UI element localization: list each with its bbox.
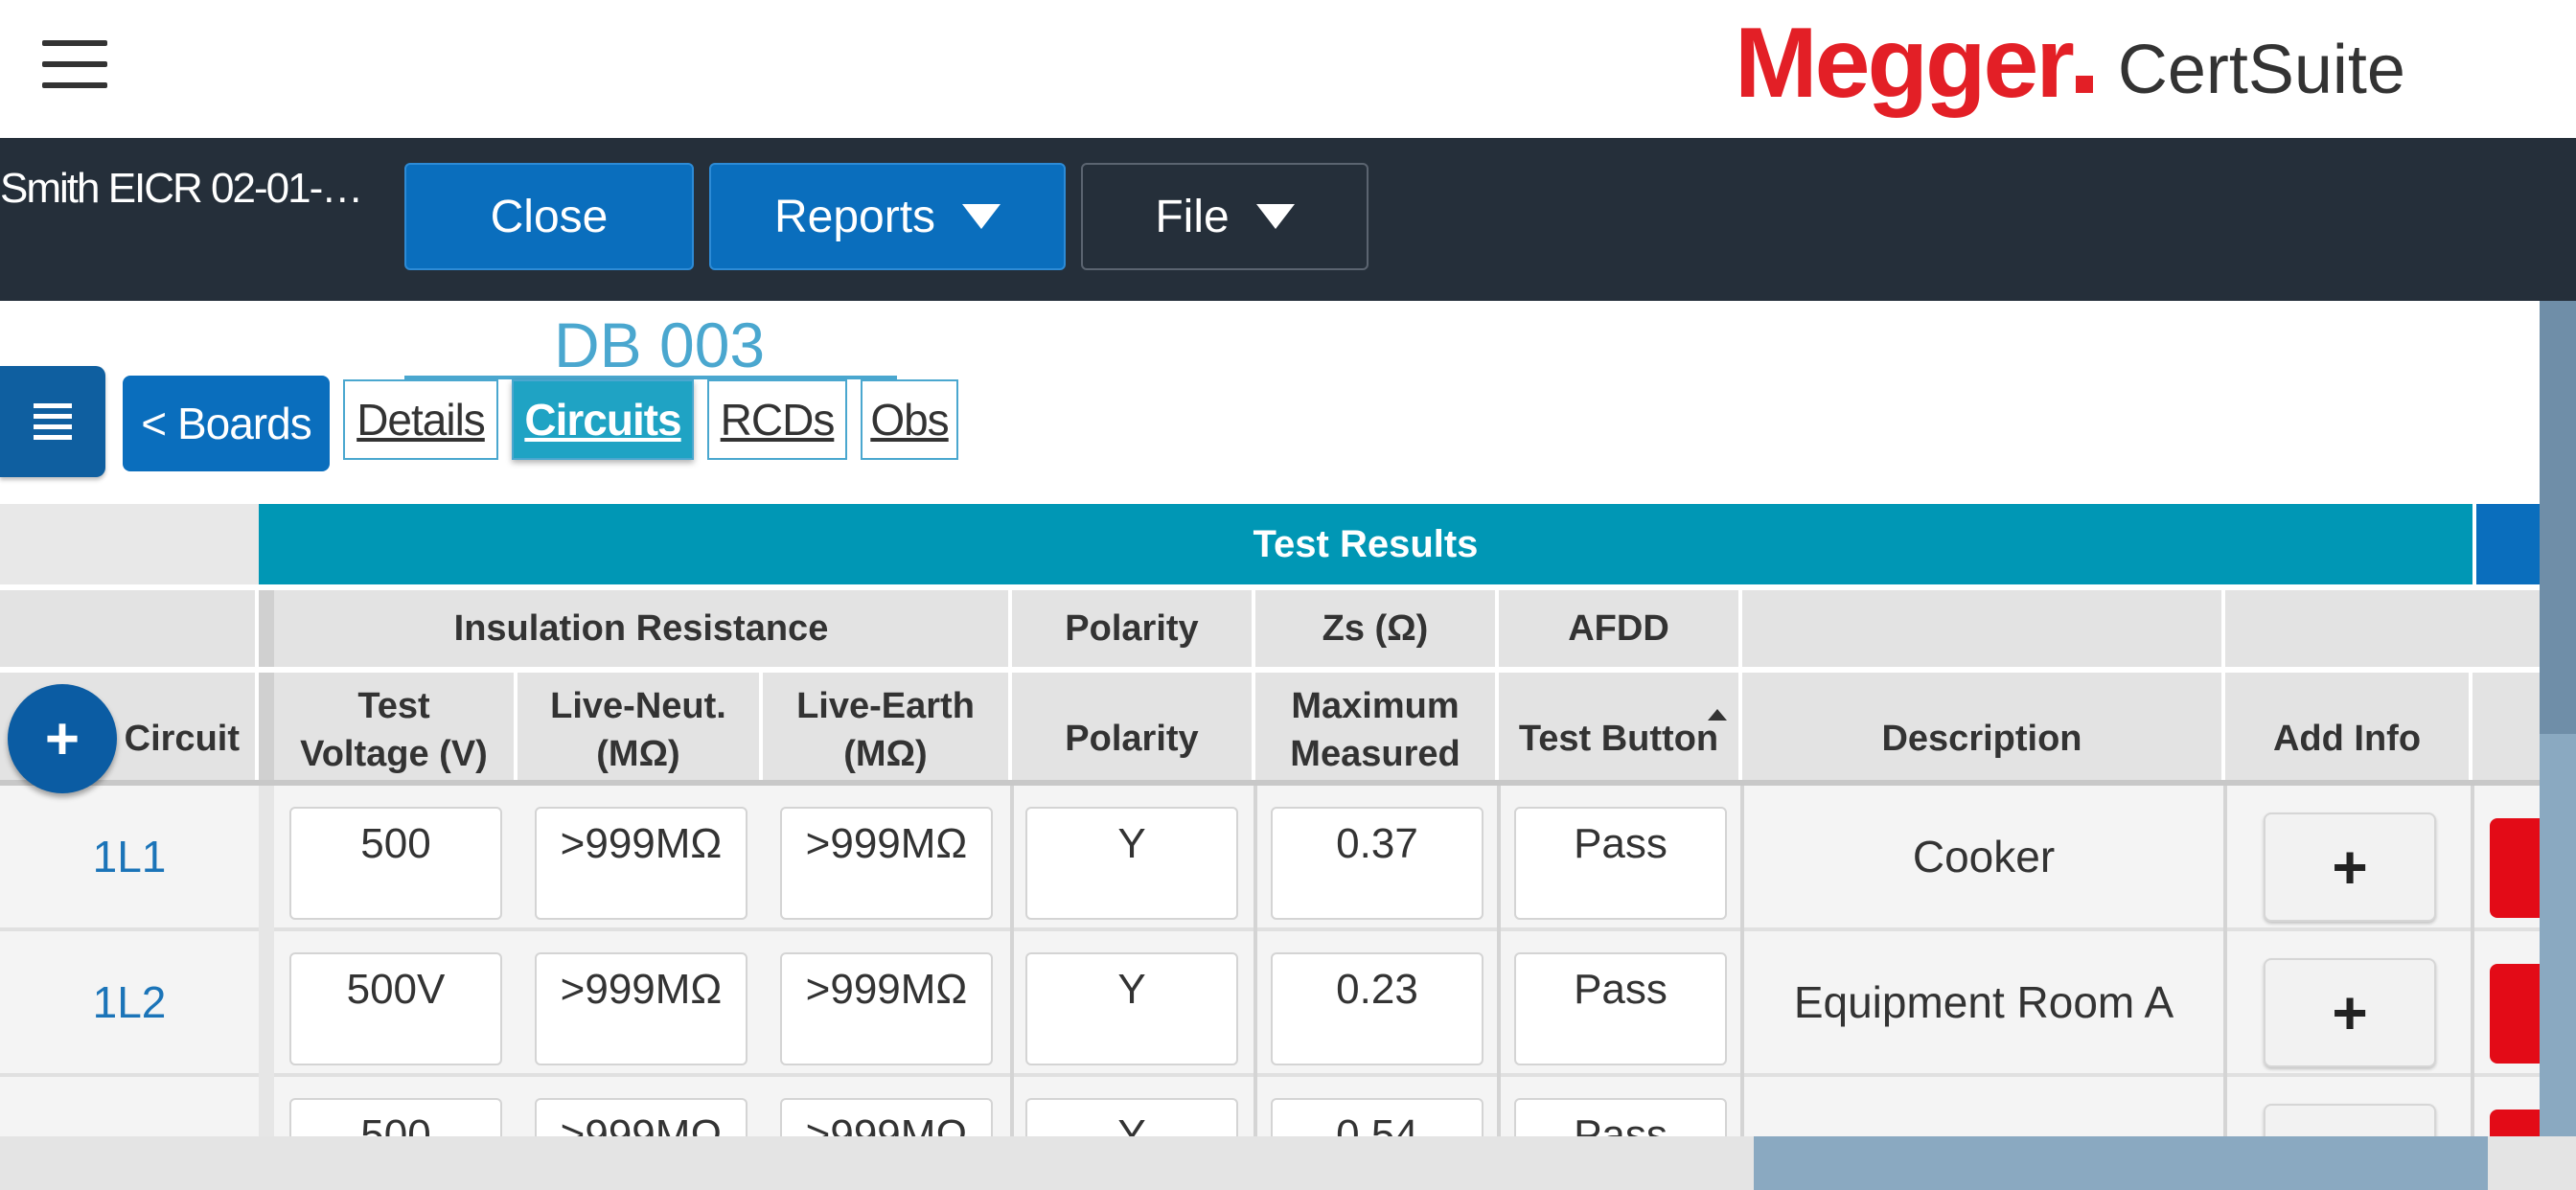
header-spacer xyxy=(0,590,259,667)
circuit-id[interactable] xyxy=(0,1077,259,1136)
job-title: Smith EICR 02-01-… xyxy=(0,165,363,212)
app-bar: Megger CertSuite xyxy=(0,0,2576,138)
close-button-label: Close xyxy=(490,191,609,242)
live-neutral-input[interactable]: >999MΩ xyxy=(535,1098,748,1136)
column-live-earth[interactable]: Live-Earth (MΩ) xyxy=(763,673,1012,780)
board-menu-button[interactable] xyxy=(0,366,105,477)
live-neutral-input[interactable]: >999MΩ xyxy=(535,807,748,920)
polarity-input[interactable]: Y xyxy=(1025,1098,1238,1136)
plus-icon: + xyxy=(2332,978,2368,1047)
column-live-neutral[interactable]: Live-Neut. (MΩ) xyxy=(518,673,763,780)
caret-down-icon xyxy=(962,204,1001,229)
description-text[interactable] xyxy=(1742,1077,2225,1136)
add-info-button[interactable]: + xyxy=(2264,812,2436,922)
column-live-earth-line1: Live-Earth xyxy=(796,686,975,726)
document-toolbar: Smith EICR 02-01-… Close Reports File xyxy=(0,138,2576,301)
delete-circuit-button[interactable] xyxy=(2490,818,2540,918)
group-polarity: Polarity xyxy=(1012,590,1255,667)
test-voltage-input[interactable]: 500V xyxy=(289,952,502,1065)
column-afdd-test-button[interactable]: Test Button xyxy=(1499,673,1742,780)
column-add-info[interactable]: Add Info xyxy=(2225,673,2472,780)
circuits-table: Test Results Insulation Resistance Polar… xyxy=(0,504,2540,1136)
column-zs-line1: Maximum xyxy=(1291,686,1460,726)
delete-circuit-button[interactable] xyxy=(2490,964,2540,1064)
description-text[interactable]: Equipment Room A xyxy=(1742,931,2225,1073)
tab-rcds[interactable]: RCDs xyxy=(707,379,847,460)
file-dropdown-button[interactable]: File xyxy=(1081,163,1368,270)
column-divider xyxy=(1497,786,1501,1136)
add-circuit-button[interactable]: + xyxy=(8,684,117,793)
afdd-input[interactable]: Pass xyxy=(1514,1098,1727,1136)
polarity-input[interactable]: Y xyxy=(1025,952,1238,1065)
close-button[interactable]: Close xyxy=(404,163,694,270)
column-divider xyxy=(1010,786,1014,1136)
group-afdd: AFDD xyxy=(1499,590,1742,667)
brand-logo: Megger CertSuite xyxy=(1735,6,2405,121)
polarity-input[interactable]: Y xyxy=(1025,807,1238,920)
column-live-earth-line2: (MΩ) xyxy=(843,734,928,774)
column-divider xyxy=(2471,786,2474,1136)
brand-name: Megger xyxy=(1735,7,2075,119)
afdd-input[interactable]: Pass xyxy=(1514,952,1727,1065)
column-divider xyxy=(259,786,274,1136)
plus-icon: + xyxy=(2332,833,2368,902)
tab-details[interactable]: Details xyxy=(343,379,498,460)
band-blue-edge xyxy=(2476,504,2540,584)
group-add-info-spacer xyxy=(2225,590,2540,667)
group-zs: Zs (Ω) xyxy=(1255,590,1499,667)
add-info-button[interactable]: + xyxy=(2264,1104,2436,1136)
reports-button-label: Reports xyxy=(773,191,936,242)
test-voltage-input[interactable]: 500 xyxy=(289,807,502,920)
tab-obs[interactable]: Obs xyxy=(861,379,958,460)
board-title: DB 003 xyxy=(554,309,766,380)
back-to-boards-button[interactable]: < Boards xyxy=(123,376,330,471)
test-results-band: Test Results xyxy=(259,504,2472,584)
live-earth-input[interactable]: >999MΩ xyxy=(780,952,993,1065)
group-description-spacer xyxy=(1742,590,2225,667)
delete-circuit-button[interactable] xyxy=(2490,1110,2540,1136)
product-name: CertSuite xyxy=(2117,32,2405,108)
zs-input[interactable]: 0.23 xyxy=(1271,952,1484,1065)
header-divider xyxy=(259,673,274,780)
sort-ascending-icon xyxy=(1708,709,1727,721)
plus-icon: + xyxy=(2332,1123,2367,1136)
caret-down-icon xyxy=(1255,204,1295,229)
description-text[interactable]: Cooker xyxy=(1742,786,2225,927)
column-test-voltage[interactable]: Test Voltage (V) xyxy=(274,673,518,780)
band-spacer xyxy=(0,504,259,584)
live-neutral-input[interactable]: >999MΩ xyxy=(535,952,748,1065)
brand-dot xyxy=(2075,76,2093,93)
column-divider xyxy=(1740,786,1744,1136)
column-divider xyxy=(1254,786,1257,1136)
column-divider xyxy=(2223,786,2227,1136)
zs-input[interactable]: 0.54 xyxy=(1271,1098,1484,1136)
vertical-scrollbar-thumb[interactable] xyxy=(2540,301,2576,734)
circuit-id[interactable]: 1L2 xyxy=(0,931,259,1073)
file-button-label: File xyxy=(1155,191,1230,242)
plus-icon: + xyxy=(44,705,80,772)
tab-circuits[interactable]: Circuits xyxy=(512,379,694,460)
add-info-button[interactable]: + xyxy=(2264,958,2436,1067)
column-polarity[interactable]: Polarity xyxy=(1012,673,1255,780)
column-test-voltage-line2: Voltage (V) xyxy=(300,734,488,774)
circuit-id[interactable]: 1L1 xyxy=(0,786,259,927)
column-test-voltage-line1: Test xyxy=(357,686,430,726)
column-zs-max-measured[interactable]: Maximum Measured xyxy=(1255,673,1499,780)
header-divider xyxy=(259,590,274,667)
live-earth-input[interactable]: >999MΩ xyxy=(780,807,993,920)
column-afdd-label: Test Button xyxy=(1518,719,1719,759)
horizontal-scrollbar-thumb[interactable] xyxy=(1754,1136,2488,1190)
column-description[interactable]: Description xyxy=(1742,673,2225,780)
column-live-neutral-line2: (MΩ) xyxy=(596,734,680,774)
hamburger-menu-icon[interactable] xyxy=(42,40,107,88)
zs-input[interactable]: 0.37 xyxy=(1271,807,1484,920)
live-earth-input[interactable]: >999MΩ xyxy=(780,1098,993,1136)
column-zs-line2: Measured xyxy=(1290,734,1460,774)
afdd-input[interactable]: Pass xyxy=(1514,807,1727,920)
test-voltage-input[interactable]: 500 xyxy=(289,1098,502,1136)
column-live-neutral-line1: Live-Neut. xyxy=(550,686,726,726)
column-actions xyxy=(2472,673,2540,780)
group-insulation-resistance: Insulation Resistance xyxy=(274,590,1012,667)
reports-dropdown-button[interactable]: Reports xyxy=(709,163,1066,270)
